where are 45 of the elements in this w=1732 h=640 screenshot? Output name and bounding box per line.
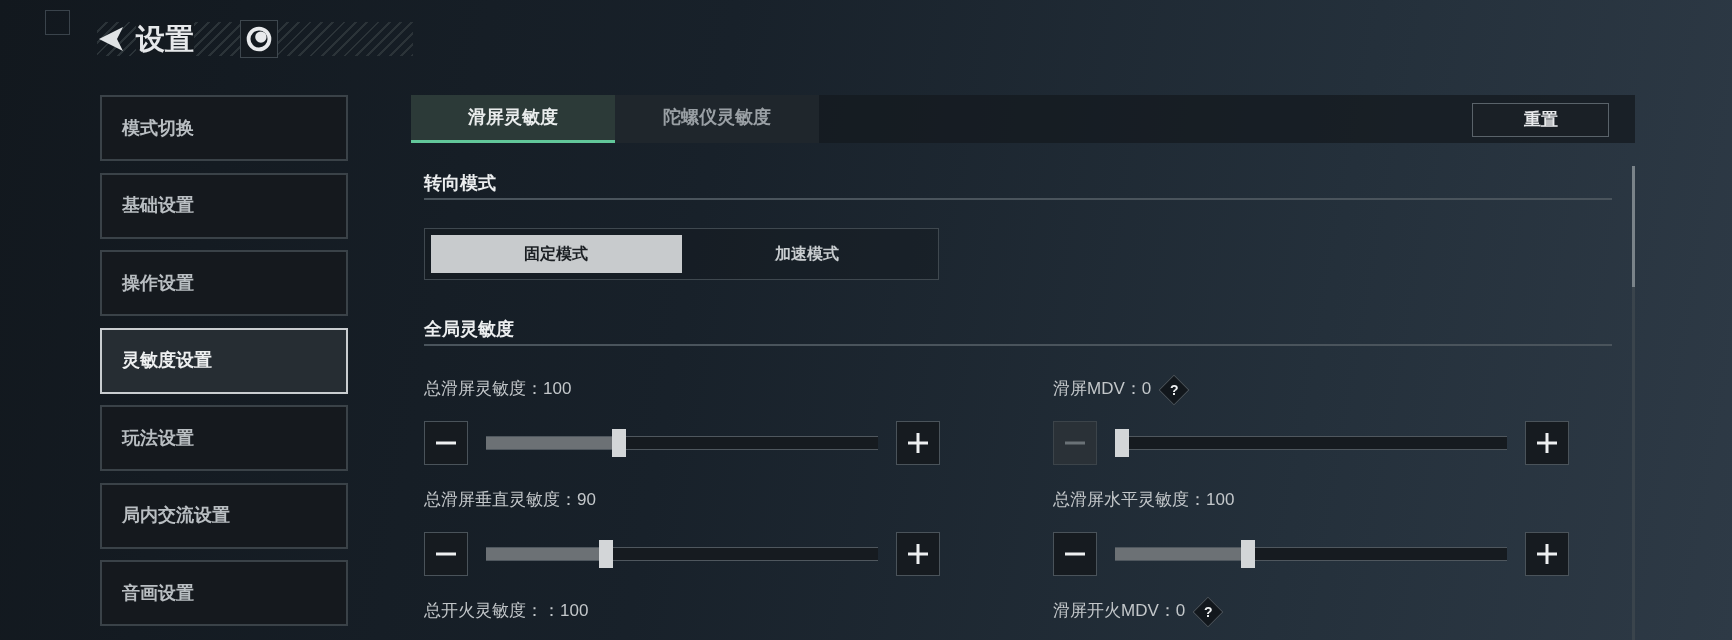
slider-thumb[interactable] xyxy=(598,540,613,568)
plus-icon xyxy=(907,543,929,565)
tab[interactable]: 滑屏灵敏度 xyxy=(411,95,615,143)
setting-label: 滑屏开火MDV：0 xyxy=(1053,601,1186,620)
increase-button[interactable] xyxy=(1525,532,1569,576)
section-title: 全局灵敏度 xyxy=(424,314,1612,346)
minus-icon xyxy=(435,441,457,445)
increase-button[interactable] xyxy=(1525,421,1569,465)
setting-label: 总滑屏灵敏度：100 xyxy=(424,379,572,398)
increase-button[interactable] xyxy=(896,421,940,465)
sidebar-item[interactable]: 操作设置 xyxy=(100,250,348,316)
sidebar-item[interactable]: 模式切换 xyxy=(100,95,348,161)
minus-icon xyxy=(1064,552,1086,556)
sidebar-item[interactable]: 灵敏度设置 xyxy=(100,327,348,394)
minus-icon xyxy=(1064,441,1086,445)
scrollbar-thumb[interactable] xyxy=(1632,166,1635,287)
decrease-button[interactable] xyxy=(1053,532,1097,576)
minus-icon xyxy=(435,552,457,556)
increase-button[interactable] xyxy=(896,532,940,576)
mode-option[interactable]: 固定模式 xyxy=(431,235,682,273)
setting-label: 总开火灵敏度：：100 xyxy=(424,601,589,620)
sidebar-item[interactable]: 玩法设置 xyxy=(100,405,348,471)
slider-thumb[interactable] xyxy=(1115,429,1129,457)
plus-icon xyxy=(1536,432,1558,454)
logo-icon xyxy=(240,20,278,58)
setting-label: 滑屏MDV：0 xyxy=(1053,379,1152,398)
tab[interactable]: 陀螺仪灵敏度 xyxy=(615,95,819,143)
mode-option[interactable]: 加速模式 xyxy=(681,235,932,273)
setting-label: 总滑屏垂直灵敏度：90 xyxy=(424,490,596,509)
reset-button[interactable]: 重置 xyxy=(1472,103,1609,137)
scrollbar[interactable] xyxy=(1632,166,1635,640)
back-icon[interactable] xyxy=(97,25,124,53)
sidebar-item[interactable]: 局内交流设置 xyxy=(100,482,348,549)
setting-label: 总滑屏水平灵敏度：100 xyxy=(1053,490,1235,509)
page-title: 设置 xyxy=(136,22,194,56)
section-title: 转向模式 xyxy=(424,168,1612,200)
slider-thumb[interactable] xyxy=(1241,540,1256,568)
decrease-button[interactable] xyxy=(424,532,468,576)
plus-icon xyxy=(1536,543,1558,565)
decrease-button[interactable] xyxy=(424,421,468,465)
sidebar-item[interactable]: 音画设置 xyxy=(100,560,348,626)
sidebar-item[interactable]: 基础设置 xyxy=(100,172,348,239)
slider-thumb[interactable] xyxy=(612,429,627,457)
plus-icon xyxy=(907,432,929,454)
square-icon xyxy=(45,10,70,35)
